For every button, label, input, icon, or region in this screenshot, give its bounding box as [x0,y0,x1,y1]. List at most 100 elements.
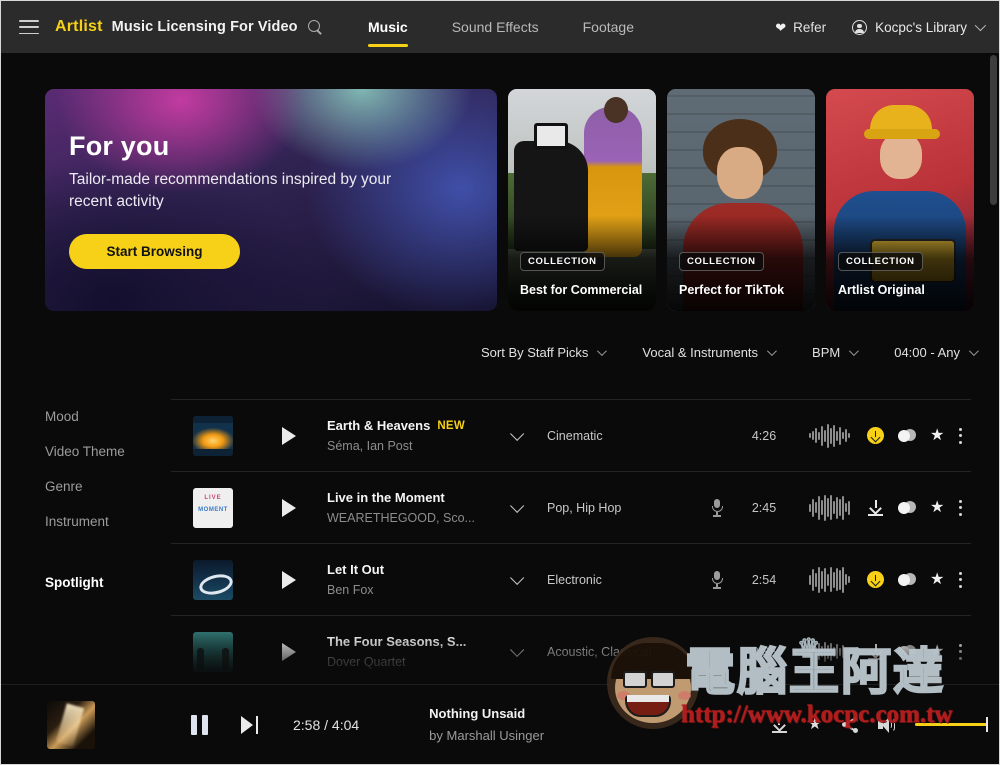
waveform-cell[interactable] [791,639,867,665]
chevron-down-icon [597,346,608,357]
row-actions: ★ [867,571,962,588]
table-row[interactable]: Live in the Moment WEARETHEGOOD, Sco... … [171,471,971,543]
album-artwork[interactable] [193,631,233,672]
refer-button[interactable]: ❤ Refer [775,20,826,35]
track-meta: Earth & Heavens NEW Séma, Ian Post [327,418,499,453]
volume-slider[interactable] [915,717,988,732]
page-title: For you [69,131,170,161]
track-artist: Ben Fox [327,583,374,597]
start-browsing-button[interactable]: Start Browsing [69,234,240,269]
favorite-star-icon[interactable]: ★ [808,716,822,733]
volume-knob[interactable] [986,717,988,732]
track-title-row: The Four Seasons, S... [327,634,499,649]
tab-footage[interactable]: Footage [583,1,634,53]
more-options-icon[interactable] [958,643,962,660]
waveform-cell[interactable] [791,566,867,593]
play-button[interactable] [271,490,307,526]
status-badge: COLLECTION [520,252,605,271]
search-icon[interactable] [307,19,323,35]
track-artist: Séma, Ian Post [327,439,413,453]
waveform-icon [808,423,850,449]
scrollbar[interactable] [990,55,997,682]
filter-label: Sort By Staff Picks [481,345,589,360]
tab-music[interactable]: Music [368,1,408,53]
expand-row-chevron-down-icon[interactable] [499,642,531,657]
download-icon[interactable] [867,499,884,516]
new-badge: NEW [437,419,466,432]
track-title-row: Let It Out [327,562,499,577]
track-artist: WEARETHEGOOD, Sco... [327,511,475,525]
collection-card-artlist-original[interactable]: COLLECTION Artlist Original [826,89,974,311]
track-meta: The Four Seasons, S... Dover Quartet [327,634,499,669]
more-options-icon[interactable] [958,571,962,588]
play-button[interactable] [271,562,307,598]
table-row[interactable]: The Four Seasons, S... Dover Quartet Aco… [171,615,971,687]
waveform-cell[interactable] [791,423,867,449]
filter-label: 04:00 - Any [894,345,960,360]
brand-logo[interactable]: Artlist [55,18,103,36]
vocal-indicator-cell [697,498,737,517]
play-button[interactable] [271,418,307,454]
license-coins-icon[interactable] [898,500,916,515]
next-track-icon[interactable] [241,715,259,734]
now-playing-artwork[interactable] [47,700,95,749]
album-artwork[interactable] [193,415,233,456]
download-icon[interactable] [771,716,788,733]
sidebar-item-instrument[interactable]: Instrument [45,514,125,529]
tab-sound-effects[interactable]: Sound Effects [452,1,539,53]
table-row[interactable]: Let It Out Ben Fox Electronic 2:54 ★ [171,543,971,615]
more-options-icon[interactable] [958,427,962,444]
track-duration: 2:45 [751,500,777,515]
now-playing-info: Nothing Unsaid by Marshall Usinger [429,706,544,743]
more-options-icon[interactable] [958,499,962,516]
license-coins-icon[interactable] [898,572,916,587]
download-icon[interactable] [867,643,884,660]
refer-label: Refer [793,19,827,35]
scrollbar-thumb[interactable] [990,55,997,205]
download-icon[interactable] [867,427,884,444]
hamburger-icon[interactable] [19,20,39,34]
pause-icon[interactable] [191,714,211,735]
track-list: Earth & Heavens NEW Séma, Ian Post Cinem… [171,399,971,687]
collection-card-best-for-commercial[interactable]: COLLECTION Best for Commercial [508,89,656,311]
for-you-banner[interactable]: For you Tailor-made recommendations insp… [45,89,497,311]
volume-icon[interactable] [878,716,895,733]
filter-vocal-instruments[interactable]: Vocal & Instruments [642,345,777,360]
share-icon[interactable] [842,716,858,733]
track-title: The Four Seasons, S... [327,634,467,649]
favorite-star-icon[interactable]: ★ [930,427,944,444]
play-button[interactable] [271,634,307,670]
collection-card-perfect-for-tiktok[interactable]: COLLECTION Perfect for TikTok [667,89,815,311]
row-actions: ★ [867,499,962,516]
sidebar-item-mood[interactable]: Mood [45,409,125,424]
status-badge: COLLECTION [679,252,764,271]
favorite-star-icon[interactable]: ★ [930,643,944,660]
chevron-down-icon [849,346,860,357]
account-menu[interactable]: Kocpc's Library [852,19,987,35]
waveform-cell[interactable] [791,494,867,521]
sidebar-item-genre[interactable]: Genre [45,479,125,494]
expand-row-chevron-down-icon[interactable] [499,570,531,585]
hero-subtitle: Tailor-made recommendations inspired by … [69,171,392,210]
expand-row-chevron-down-icon[interactable] [499,426,531,441]
favorite-star-icon[interactable]: ★ [930,499,944,516]
sidebar-item-spotlight[interactable]: Spotlight [45,575,125,590]
filter-duration[interactable]: 04:00 - Any [894,345,979,360]
filter-label: BPM [812,345,841,360]
expand-row-chevron-down-icon[interactable] [499,498,531,513]
favorite-star-icon[interactable]: ★ [930,571,944,588]
track-artist: Dover Quartet [327,655,406,669]
chevron-down-icon [767,346,777,357]
track-title-row: Earth & Heavens NEW [327,418,499,433]
table-row[interactable]: Earth & Heavens NEW Séma, Ian Post Cinem… [171,399,971,471]
artlist-music-app: Artlist Music Licensing For Video Music … [0,0,1000,765]
license-coins-icon[interactable] [898,428,916,443]
sidebar-item-video-theme[interactable]: Video Theme [45,444,125,459]
filter-sort-by[interactable]: Sort By Staff Picks [481,345,608,360]
license-coins-icon[interactable] [898,644,916,659]
album-artwork[interactable] [193,487,233,528]
hero-row: For you Tailor-made recommendations insp… [45,89,974,311]
filter-bpm[interactable]: BPM [812,345,860,360]
download-icon[interactable] [867,571,884,588]
album-artwork[interactable] [193,559,233,600]
